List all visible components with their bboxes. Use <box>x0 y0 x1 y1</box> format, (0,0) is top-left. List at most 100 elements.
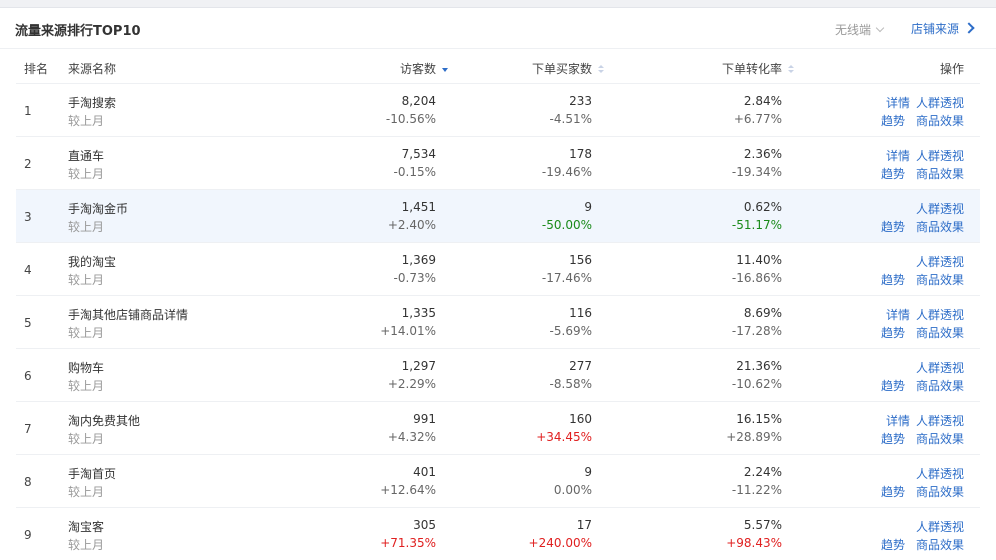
col-visitors[interactable]: 访客数 <box>400 60 448 77</box>
visitors-value: 305 <box>413 518 436 532</box>
visitors-value: 8,204 <box>401 94 436 108</box>
trend-link[interactable]: 趋势 <box>881 112 905 129</box>
detail-link[interactable]: 详情 <box>886 412 910 429</box>
compare-label: 较上月 <box>68 485 105 499</box>
crowd-link[interactable]: 人群透视 <box>916 412 964 429</box>
device-selector[interactable]: 无线端 <box>835 21 885 38</box>
visitors-value: 1,297 <box>401 359 436 373</box>
conversion-value: 5.57% <box>743 518 782 532</box>
buyers-value: 116 <box>569 306 592 320</box>
conversion-value: 2.84% <box>743 94 782 108</box>
trend-link[interactable]: 趋势 <box>881 218 905 235</box>
goods-effect-link[interactable]: 商品效果 <box>916 536 964 553</box>
table-row: 9 淘宝客 较上月 305 +71.35% 17 +240.00% 5.57% +98.43% 人… <box>16 508 980 560</box>
visitors-value: 1,335 <box>401 306 436 320</box>
buyers-value: 9 <box>584 465 592 479</box>
trend-link[interactable]: 趋势 <box>881 536 905 553</box>
col-buyers[interactable]: 下单买家数 <box>532 60 604 77</box>
crowd-link[interactable]: 人群透视 <box>916 359 964 376</box>
card-header: 流量来源排行TOP10 无线端 店铺来源 <box>0 8 996 49</box>
conversion-value: 16.15% <box>736 412 782 426</box>
rank-cell: 3 <box>24 210 32 224</box>
detail-link[interactable]: 详情 <box>886 147 910 164</box>
rank-cell: 2 <box>24 157 32 171</box>
goods-effect-link[interactable]: 商品效果 <box>916 218 964 235</box>
crowd-link[interactable]: 人群透视 <box>916 518 964 535</box>
trend-link[interactable]: 趋势 <box>881 483 905 500</box>
rank-cell: 8 <box>24 475 32 489</box>
conversion-value: 21.36% <box>736 359 782 373</box>
visitors-change: -0.15% <box>393 165 436 179</box>
source-name: 手淘淘金币 <box>68 202 129 216</box>
buyers-change: -17.46% <box>541 271 592 285</box>
crowd-link[interactable]: 人群透视 <box>916 306 964 323</box>
buyers-value: 277 <box>569 359 592 373</box>
crowd-link[interactable]: 人群透视 <box>916 147 964 164</box>
conversion-value: 8.69% <box>743 306 782 320</box>
col-conversion[interactable]: 下单转化率 <box>722 60 794 77</box>
conversion-value: 11.40% <box>736 253 782 267</box>
goods-effect-link[interactable]: 商品效果 <box>916 324 964 341</box>
compare-label: 较上月 <box>68 114 105 128</box>
crowd-link[interactable]: 人群透视 <box>916 465 964 482</box>
table-row: 5 手淘其他店铺商品详情 较上月 1,335 +14.01% 116 -5.69% 8.69%… <box>16 296 980 348</box>
table-row: 7 淘内免费其他 较上月 991 +4.32% 160 +34.45% 16.15% +28.8… <box>16 402 980 454</box>
compare-label: 较上月 <box>68 379 105 393</box>
visitors-value: 1,369 <box>401 253 436 267</box>
table-row: 2 直通车 较上月 7,534 -0.15% 178 -19.46% 2.36% -19.34%… <box>16 137 980 189</box>
buyers-change: +240.00% <box>528 536 592 550</box>
goods-effect-link[interactable]: 商品效果 <box>916 430 964 447</box>
goods-effect-link[interactable]: 商品效果 <box>916 165 964 182</box>
visitors-value: 991 <box>413 412 436 426</box>
table-row: 6 购物车 较上月 1,297 +2.29% 277 -8.58% 21.36% -10.62%… <box>16 349 980 401</box>
sort-desc-icon <box>442 68 448 72</box>
buyers-change: -19.46% <box>541 165 592 179</box>
top-border <box>0 0 996 7</box>
source-name: 淘内免费其他 <box>68 414 141 428</box>
chevron-down-icon <box>875 23 885 33</box>
col-rank: 排名 <box>24 62 49 76</box>
compare-label: 较上月 <box>68 326 105 340</box>
shop-source-link[interactable]: 店铺来源 <box>911 20 975 37</box>
source-name: 手淘首页 <box>68 467 117 481</box>
visitors-change: +2.29% <box>387 377 436 391</box>
visitors-change: -10.56% <box>385 112 436 126</box>
buyers-change: -50.00% <box>541 218 592 232</box>
trend-link[interactable]: 趋势 <box>881 377 905 394</box>
compare-label: 较上月 <box>68 432 105 446</box>
visitors-change: +4.32% <box>387 430 436 444</box>
goods-effect-link[interactable]: 商品效果 <box>916 377 964 394</box>
trend-link[interactable]: 趋势 <box>881 271 905 288</box>
table-row: 1 手淘搜索 较上月 8,204 -10.56% 233 -4.51% 2.84% +6.77%… <box>16 84 980 136</box>
crowd-link[interactable]: 人群透视 <box>916 94 964 111</box>
compare-label: 较上月 <box>68 538 105 552</box>
buyers-value: 9 <box>584 200 592 214</box>
col-conversion-label: 下单转化率 <box>721 62 782 76</box>
source-name: 我的淘宝 <box>68 255 117 269</box>
traffic-source-card: 流量来源排行TOP10 无线端 店铺来源 排名 来源名称 访客数 下单买家数 下… <box>0 8 996 554</box>
col-buyers-label: 下单买家数 <box>531 62 592 76</box>
trend-link[interactable]: 趋势 <box>881 324 905 341</box>
table-row: 8 手淘首页 较上月 401 +12.64% 9 0.00% 2.24% -11.22% 人群透视… <box>16 455 980 507</box>
source-name: 购物车 <box>68 361 105 375</box>
source-name: 手淘其他店铺商品详情 <box>68 308 189 322</box>
goods-effect-link[interactable]: 商品效果 <box>916 483 964 500</box>
goods-effect-link[interactable]: 商品效果 <box>916 271 964 288</box>
crowd-link[interactable]: 人群透视 <box>916 200 964 217</box>
detail-link[interactable]: 详情 <box>886 306 910 323</box>
sort-icon <box>788 65 794 73</box>
goods-effect-link[interactable]: 商品效果 <box>916 112 964 129</box>
conversion-value: 2.24% <box>743 465 782 479</box>
source-name: 手淘搜索 <box>68 96 117 110</box>
detail-link[interactable]: 详情 <box>886 94 910 111</box>
visitors-change: -0.73% <box>393 271 436 285</box>
shop-source-label: 店铺来源 <box>911 22 960 36</box>
trend-link[interactable]: 趋势 <box>881 430 905 447</box>
crowd-link[interactable]: 人群透视 <box>916 253 964 270</box>
rank-cell: 6 <box>24 369 32 383</box>
table-row: 3 手淘淘金币 较上月 1,451 +2.40% 9 -50.00% 0.62% -51.17%… <box>16 190 980 242</box>
visitors-value: 7,534 <box>401 147 436 161</box>
device-selector-label: 无线端 <box>835 23 872 37</box>
trend-link[interactable]: 趋势 <box>881 165 905 182</box>
conversion-change: -19.34% <box>731 165 782 179</box>
